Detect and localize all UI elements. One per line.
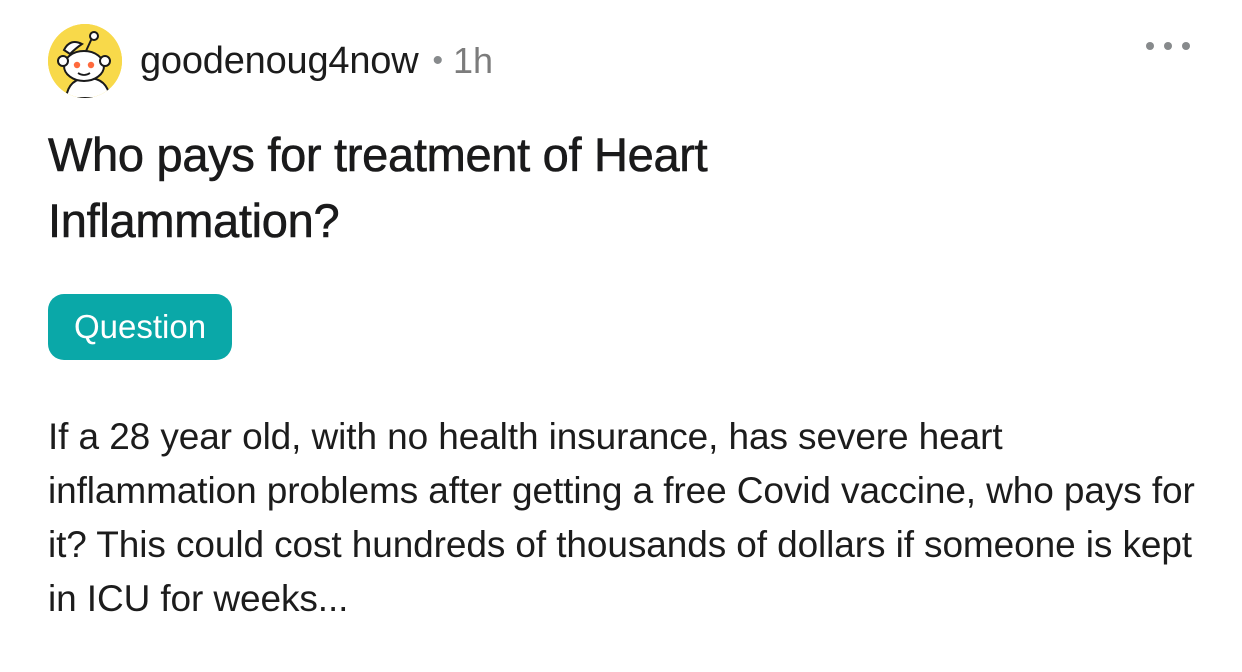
post-header: goodenoug4now • 1h xyxy=(48,24,493,98)
more-dot xyxy=(1146,42,1154,50)
snoo-avatar-icon[interactable] xyxy=(48,24,122,98)
post-timestamp: 1h xyxy=(452,40,494,81)
more-options-icon[interactable] xyxy=(1146,36,1190,56)
post-flair[interactable]: Question xyxy=(48,294,233,360)
meta-separator: • xyxy=(432,44,443,77)
more-dot xyxy=(1164,42,1172,50)
more-dot xyxy=(1182,42,1190,50)
post-body: If a 28 year old, with no health insuran… xyxy=(48,416,1195,619)
post-title[interactable]: Who pays for treatment of Heart Inflamma… xyxy=(48,122,948,254)
post-card: goodenoug4now • 1h Who pays for treatmen… xyxy=(0,0,1242,672)
post-author[interactable]: goodenoug4now xyxy=(140,40,419,83)
